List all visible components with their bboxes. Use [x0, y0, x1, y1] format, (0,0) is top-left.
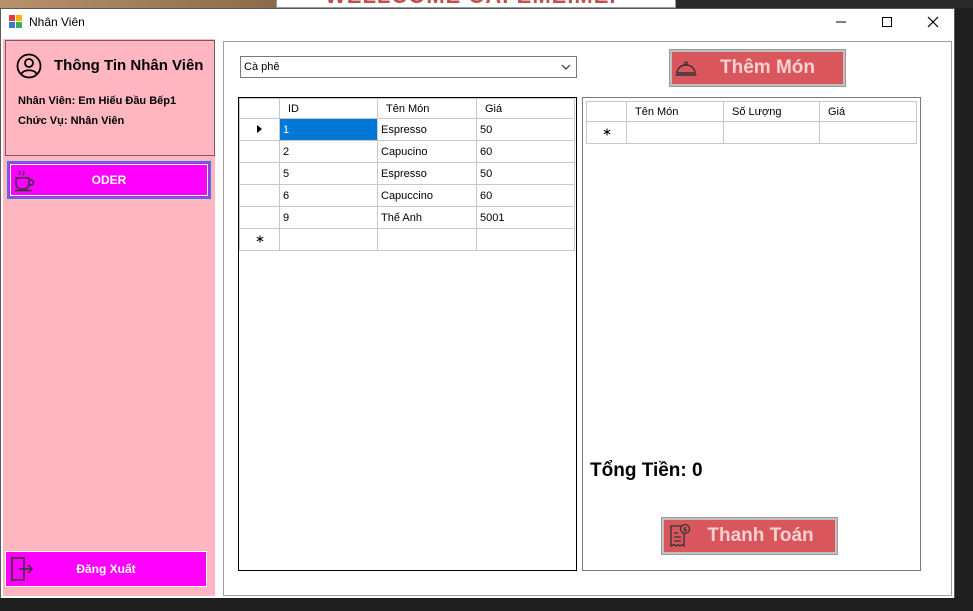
row-header-corner [586, 101, 627, 122]
cell-name[interactable]: Espresso [377, 118, 477, 141]
asterisk-icon [603, 128, 610, 135]
category-select[interactable]: Cà phê [240, 56, 577, 78]
user-icon [16, 53, 42, 79]
minimize-button[interactable] [818, 9, 864, 35]
new-cell-name[interactable] [377, 228, 477, 251]
maximize-button[interactable] [864, 9, 910, 35]
asterisk-icon [256, 235, 263, 242]
title-bar[interactable]: Nhân Viên [1, 9, 954, 35]
current-row-indicator[interactable] [239, 118, 280, 141]
cell-name[interactable]: Espresso [377, 162, 477, 185]
window-title: Nhân Viên [29, 15, 85, 29]
row-header-corner [239, 98, 280, 119]
employee-role: Chức Vụ: Nhân Viên [18, 115, 125, 127]
pay-button[interactable]: $ Thanh Toán [661, 517, 838, 555]
column-header-name[interactable]: Tên Món [377, 98, 477, 119]
maximize-icon [882, 17, 892, 27]
main-panel: Cà phê Thêm Món ID Tên Món Giá 1 Espress… [223, 41, 952, 596]
close-icon [927, 16, 939, 28]
column-header-quantity[interactable]: Số Lượng [723, 101, 820, 122]
background-decoration [0, 0, 280, 8]
cell-id[interactable]: 1 [279, 118, 378, 141]
new-row[interactable] [239, 228, 575, 251]
app-icon [9, 15, 22, 28]
order-grid-header-row: Tên Món Số Lượng Giá [586, 101, 917, 122]
order-grid[interactable]: Tên Món Số Lượng Giá [582, 97, 921, 571]
new-cell-price[interactable] [476, 228, 575, 251]
new-row-indicator[interactable] [239, 228, 280, 251]
new-cell-name[interactable] [626, 121, 724, 144]
svg-text:$: $ [683, 525, 688, 533]
oder-button[interactable]: ODER [7, 161, 211, 199]
cell-price[interactable]: 60 [476, 140, 575, 163]
cell-name[interactable]: Capucino [377, 140, 477, 163]
new-row-indicator[interactable] [586, 121, 627, 144]
add-item-button-label: Thêm Món [720, 57, 815, 78]
pay-button-face: $ Thanh Toán [664, 520, 835, 552]
cell-id[interactable]: 9 [279, 206, 378, 229]
cell-id[interactable]: 2 [279, 140, 378, 163]
cell-id[interactable]: 5 [279, 162, 378, 185]
chevron-down-icon [561, 64, 571, 70]
total-amount: Tổng Tiền: 0 [590, 460, 703, 481]
row-pointer-icon [256, 124, 262, 133]
menu-grid-header-row: ID Tên Món Giá [239, 98, 575, 119]
menu-items-table: ID Tên Món Giá 1 Espresso 50 2 Capucino … [239, 98, 575, 251]
background-banner-text: WELLCOME CAFEMEIMEI [325, 0, 617, 7]
cell-id[interactable]: 6 [279, 184, 378, 207]
cell-price[interactable]: 50 [476, 162, 575, 185]
app-window: Nhân Viên Thông Tin Nhân Viên Nhân Viên:… [0, 8, 955, 598]
cell-price[interactable]: 60 [476, 184, 575, 207]
close-button[interactable] [910, 9, 956, 35]
oder-button-label: ODER [91, 173, 127, 187]
employee-name: Nhân Viên: Em Hiếu Đầu Bếp1 [18, 95, 177, 107]
pay-button-label: Thanh Toán [707, 525, 814, 546]
row-header[interactable] [239, 140, 280, 163]
add-item-button-face: Thêm Món [672, 52, 843, 84]
row-header[interactable] [239, 184, 280, 207]
employee-info-title: Thông Tin Nhân Viên [54, 57, 204, 74]
food-cloche-icon [675, 61, 697, 76]
table-row[interactable]: 1 Espresso 50 [239, 118, 575, 141]
column-header-price[interactable]: Giá [819, 101, 917, 122]
row-header[interactable] [239, 162, 280, 185]
table-row[interactable]: 6 Capuccino 60 [239, 184, 575, 207]
table-row[interactable]: 5 Espresso 50 [239, 162, 575, 185]
logout-icon [11, 557, 34, 581]
cell-price[interactable]: 50 [476, 118, 575, 141]
cell-name[interactable]: Capuccino [377, 184, 477, 207]
logout-button[interactable]: Đăng Xuất [5, 551, 207, 587]
employee-info-panel: Thông Tin Nhân Viên Nhân Viên: Em Hiếu Đ… [5, 40, 215, 156]
client-area: Thông Tin Nhân Viên Nhân Viên: Em Hiếu Đ… [1, 35, 954, 598]
menu-items-grid[interactable]: ID Tên Món Giá 1 Espresso 50 2 Capucino … [238, 97, 577, 571]
cell-price[interactable]: 5001 [476, 206, 575, 229]
new-cell-price[interactable] [819, 121, 917, 144]
new-cell-quantity[interactable] [723, 121, 820, 144]
table-row[interactable]: 9 Thế Anh 5001 [239, 206, 575, 229]
new-row[interactable] [586, 121, 917, 144]
new-cell-id[interactable] [279, 228, 378, 251]
receipt-icon: $ [670, 523, 691, 548]
table-row[interactable]: 2 Capucino 60 [239, 140, 575, 163]
sidebar: Thông Tin Nhân Viên Nhân Viên: Em Hiếu Đ… [3, 39, 215, 596]
coffee-cup-icon [15, 170, 35, 192]
column-header-price[interactable]: Giá [476, 98, 575, 119]
add-item-button[interactable]: Thêm Món [669, 49, 846, 87]
logout-button-label: Đăng Xuất [76, 562, 136, 576]
row-header[interactable] [239, 206, 280, 229]
column-header-id[interactable]: ID [279, 98, 378, 119]
category-select-value: Cà phê [244, 61, 280, 73]
column-header-name[interactable]: Tên Món [626, 101, 724, 122]
cell-name[interactable]: Thế Anh [377, 206, 477, 229]
background-banner: WELLCOME CAFEMEIMEI [276, 0, 676, 8]
order-table: Tên Món Số Lượng Giá [586, 101, 917, 144]
minimize-icon [836, 21, 846, 23]
